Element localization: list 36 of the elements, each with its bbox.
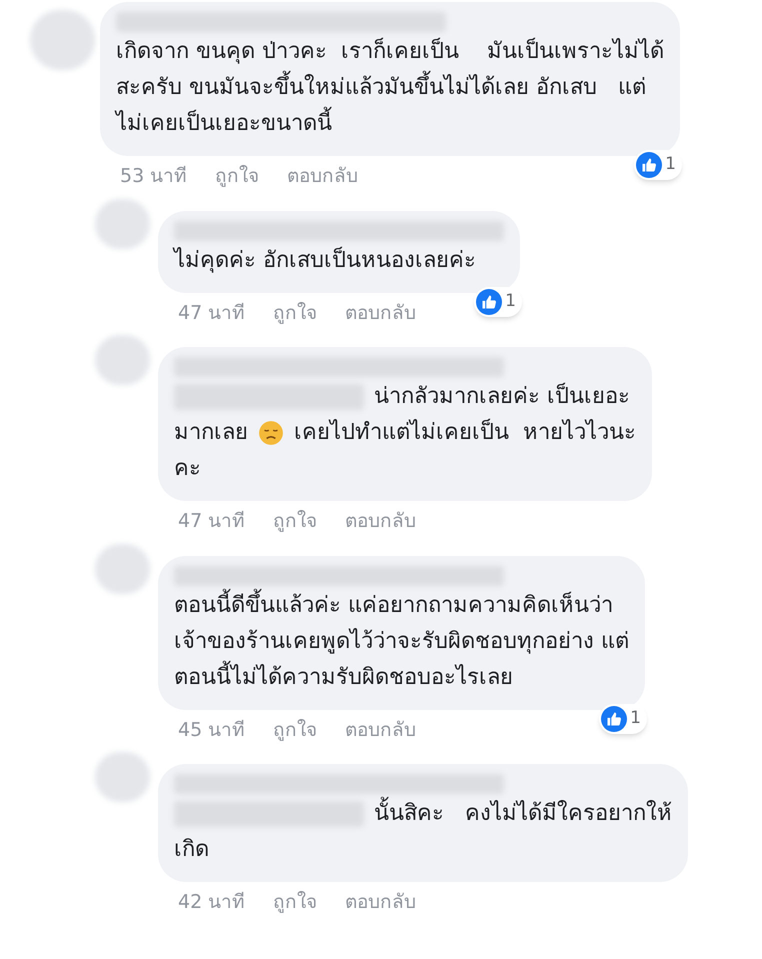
reply-link[interactable]: ตอบกลับ: [345, 298, 416, 327]
comment-time: 45 นาที: [178, 718, 246, 742]
comment-time: 42 นาที: [178, 890, 246, 915]
comment-time: 47 นาที: [178, 509, 246, 534]
avatar-placeholder[interactable]: [95, 198, 150, 248]
comment-text: น่ากลัวมากเลยค่ะ เป็นเยอะ: [374, 382, 630, 411]
comment-text: เกิดจาก ขนคุด ป่าวคะ เราก็เคยเป็น มันเป็นเพราะไม่ได้: [116, 36, 664, 66]
comment-text: ไม่คุดค่ะ อักเสบเป็นหนองเลยค่ะ: [174, 246, 476, 275]
reaction-count: 1: [505, 290, 516, 313]
reply-link[interactable]: ตอบกลับ: [345, 507, 416, 536]
reaction-count: 1: [665, 153, 676, 176]
comment-time: 53 นาที: [120, 164, 188, 189]
sad-face-icon: [258, 420, 284, 446]
reaction-count: 1: [630, 706, 641, 730]
avatar-placeholder[interactable]: [95, 544, 150, 594]
comment-text: ตอนนี้ไม่ได้ความรับผิดชอบอะไรเลย: [174, 660, 513, 696]
comment-text: เจ้าของร้านเคยพูดไว้ว่าจะรับผิดชอบทุกอย่าง แต่: [174, 627, 629, 656]
comment-text: นั้นสิคะ คงไม่ได้มีใครอยากให้: [374, 796, 672, 832]
comment-text: คะ: [174, 455, 201, 483]
like-link[interactable]: ถูกใจ: [273, 298, 318, 327]
comment-time: 47 นาที: [178, 300, 246, 326]
comment-text: ตอนนี้ดีขึ้นแล้วค่ะ แค่อยากถามความคิดเห็นว่า: [174, 588, 613, 624]
comment-text: สะครับ ขนมันจะขึ้นใหม่แล้วมันขึ้นไม่ได้เลย อักเสบ แต่: [116, 70, 646, 106]
reply-link[interactable]: ตอบกลับ: [345, 888, 416, 916]
comment-text: เกิด: [174, 836, 209, 864]
comment-text: เคยไปทำแต่ไม่เคยเป็น หายไวไวนะ: [294, 418, 636, 447]
avatar-placeholder[interactable]: [95, 752, 150, 802]
reply-link[interactable]: ตอบกลับ: [287, 162, 358, 190]
avatar-placeholder[interactable]: [95, 335, 150, 385]
like-link[interactable]: ถูกใจ: [273, 507, 318, 536]
like-link[interactable]: ถูกใจ: [273, 888, 318, 916]
like-link[interactable]: ถูกใจ: [273, 716, 318, 744]
like-link[interactable]: ถูกใจ: [215, 162, 260, 190]
comment-text: มากเลย: [174, 419, 248, 447]
comment-text: ไม่เคยเป็นเยอะขนาดนี้: [116, 106, 332, 142]
reply-link[interactable]: ตอบกลับ: [345, 716, 416, 744]
